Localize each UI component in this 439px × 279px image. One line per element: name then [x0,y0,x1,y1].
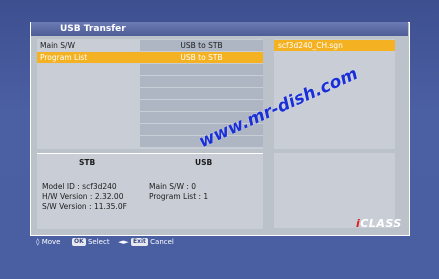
sw-version: S/W Version : 11.35.0F [42,202,127,211]
hw-version: H/W Version : 2.32.00 [42,192,124,201]
info-panel: STB USB Model ID : scf3d240 H/W Version … [37,153,263,229]
select-hint: OK Select [72,234,110,250]
list-item-action: USB to STB [180,53,223,62]
iclass-logo: iCLASS [356,217,402,230]
cancel-label: Cancel [150,238,174,246]
list-item-name: Program List [40,53,88,62]
dialog-title: USB Transfer [31,22,408,36]
list-item-main-sw[interactable]: Main S/W USB to STB [37,40,263,51]
list-item-program-list[interactable]: Program List USB to STB [37,52,263,63]
list-item-action: USB to STB [140,40,263,51]
exit-key-icon: Exit [131,238,148,246]
move-label: Move [41,238,61,246]
select-label: Select [87,238,110,246]
list-item-empty [37,76,263,87]
ok-key-icon: OK [72,238,86,246]
stb-header: STB [79,158,96,167]
left-right-arrows-icon: ◄► [118,238,129,246]
file-item[interactable]: scf3d240_CH.sgn [274,40,395,51]
logo-rest: CLASS [360,217,402,230]
list-item-name: Main S/W [40,41,75,50]
move-hint: ◊ Move [36,234,60,250]
usb-header: USB [195,158,213,167]
list-item-empty [37,64,263,75]
list-item-empty [37,100,263,111]
usb-program-list: Program List : 1 [149,192,209,201]
usb-main-sw: Main S/W : 0 [149,182,197,191]
cancel-hint: ◄► Exit Cancel [118,234,174,250]
model-id: Model ID : scf3d240 [42,182,117,191]
list-item-empty [37,88,263,99]
key-hint-bar: ◊ Move OK Select ◄► Exit Cancel [30,234,408,250]
navigate-arrows-icon: ◊ [36,238,40,246]
